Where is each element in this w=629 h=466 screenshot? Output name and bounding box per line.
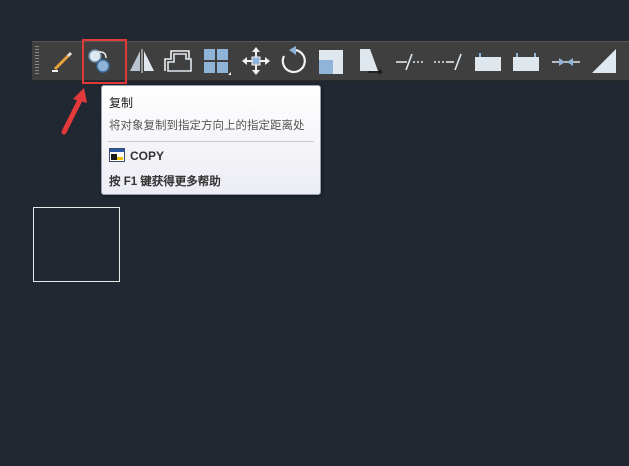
trim-tool-button[interactable] — [394, 45, 426, 77]
tooltip-help-hint: 按 F1 键获得更多帮助 — [109, 176, 221, 188]
join-tool-button[interactable] — [550, 45, 582, 77]
tooltip-command-name: COPY — [130, 149, 165, 163]
tooltip-title: 复制 — [109, 96, 134, 110]
mirror-icon — [130, 49, 154, 73]
toolbar-grip[interactable] — [35, 46, 39, 76]
extend-icon — [434, 53, 462, 71]
break-icon — [513, 53, 539, 71]
move-icon — [242, 47, 270, 75]
offset-icon — [164, 50, 192, 72]
red-arrow-annotation — [61, 88, 87, 135]
chamfer-tool-button[interactable] — [588, 45, 620, 77]
scale-tool-button[interactable] — [316, 45, 348, 77]
command-line-icon — [109, 148, 125, 162]
chamfer-icon — [592, 49, 616, 73]
stretch-icon — [360, 49, 383, 75]
tooltip-divider — [108, 141, 314, 142]
rotate-icon — [281, 46, 306, 74]
array-tool-button[interactable] — [200, 45, 232, 77]
modify-toolbar — [32, 41, 629, 81]
move-tool-button[interactable] — [240, 45, 272, 77]
drawn-rectangle[interactable] — [33, 207, 120, 282]
extend-tool-button[interactable] — [432, 45, 464, 77]
copy-tool-button[interactable] — [84, 45, 116, 77]
break-tool-button[interactable] — [510, 45, 542, 77]
break-at-point-tool-button[interactable] — [472, 45, 504, 77]
break-at-point-icon — [475, 53, 501, 71]
stretch-tool-button[interactable] — [354, 45, 386, 77]
copy-tooltip: 复制 将对象复制到指定方向上的指定距离处 COPY 按 F1 键获得更多帮助 — [101, 85, 321, 195]
copy-icon — [88, 49, 110, 73]
array-icon — [204, 49, 231, 75]
rotate-tool-button[interactable] — [278, 45, 310, 77]
mirror-tool-button[interactable] — [126, 45, 158, 77]
offset-tool-button[interactable] — [162, 45, 194, 77]
erase-tool-button[interactable] — [46, 45, 78, 77]
tooltip-description: 将对象复制到指定方向上的指定距离处 — [109, 120, 305, 132]
scale-icon — [319, 50, 343, 74]
trim-icon — [396, 53, 424, 71]
erase-icon — [52, 51, 73, 72]
join-icon — [552, 58, 580, 66]
